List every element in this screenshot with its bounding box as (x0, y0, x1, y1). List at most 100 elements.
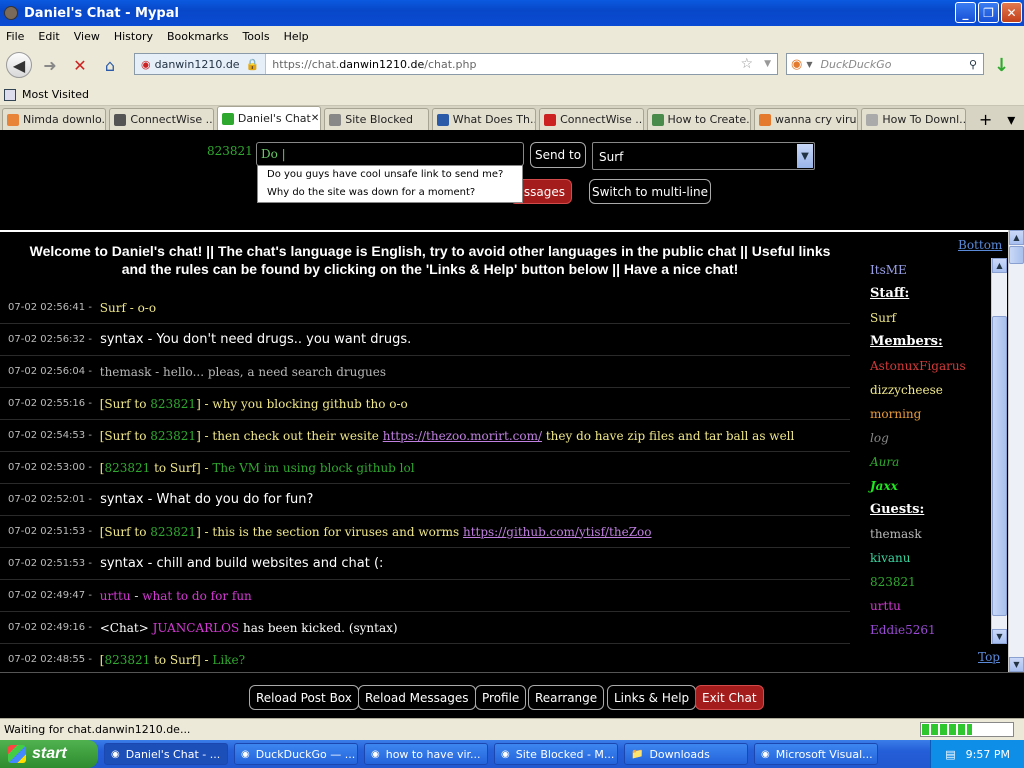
profile-button[interactable]: Profile (475, 685, 527, 710)
message-text: [ (95, 460, 105, 475)
status-bar: Waiting for chat.danwin1210.de... (0, 718, 1024, 740)
bookmark-star-icon[interactable]: ☆ (740, 56, 753, 72)
user-name[interactable]: Aura (870, 450, 990, 474)
tab-label: Site Blocked (345, 113, 413, 126)
tab-7[interactable]: How to Create... (646, 108, 751, 130)
page-scroll-up-icon[interactable]: ▲ (1009, 230, 1024, 245)
search-box[interactable]: ◉ ▼ DuckDuckGo ⚲ (786, 53, 984, 75)
scroll-up-icon[interactable]: ▲ (992, 258, 1007, 273)
page-scrollbar[interactable]: ▲ ▼ (1008, 230, 1024, 672)
menu-file[interactable]: File (6, 30, 24, 43)
maximize-button[interactable]: ❐ (978, 2, 999, 23)
top-link[interactable]: Top (978, 650, 1000, 664)
user-name[interactable]: Surf (870, 306, 990, 330)
tab-list-button[interactable]: ▾ (998, 108, 1024, 130)
tab-3[interactable]: Daniel's Chat ✕ (216, 106, 322, 130)
menu-tools[interactable]: Tools (242, 30, 269, 43)
message-input[interactable]: Do | (256, 142, 524, 166)
send-to-button[interactable]: Send to (530, 142, 586, 168)
taskbar-item[interactable]: ◉ how to have vir... (364, 743, 488, 765)
taskbar-item[interactable]: 📁 Downloads (624, 743, 748, 765)
autocomplete-item[interactable]: Why do the site was down for a moment? (258, 184, 522, 202)
home-button[interactable]: ⌂ (98, 52, 122, 78)
reload-post-box-button[interactable]: Reload Post Box (249, 685, 359, 710)
chat-message: 07-02 02:54:53 - [Surf to 823821] - then… (0, 420, 850, 452)
taskbar-item[interactable]: ◉ DuckDuckGo — ... (234, 743, 358, 765)
search-icon[interactable]: ⚲ (969, 58, 977, 71)
autocomplete-item[interactable]: Do you guys have cool unsafe link to sen… (258, 166, 522, 184)
menu-view[interactable]: View (74, 30, 100, 43)
tab-favicon-icon (758, 113, 771, 126)
user-name[interactable]: Eddie5261 (870, 618, 990, 642)
search-placeholder: DuckDuckGo (820, 57, 892, 71)
user-list: ItsME Staff: Surf Members: AstonuxFigarus diz… (870, 258, 990, 642)
forward-button[interactable]: ➜ (38, 52, 62, 78)
menu-history[interactable]: History (114, 30, 153, 43)
recipient-select[interactable]: Surf ▼ (592, 142, 815, 170)
tab-label: wanna cry viru... (774, 113, 859, 126)
tab-label: How to Create... (667, 113, 751, 126)
search-engine-dropdown-icon[interactable]: ▼ (806, 60, 812, 69)
close-window-button[interactable]: ✕ (1001, 2, 1022, 23)
rearrange-button[interactable]: Rearrange (528, 685, 605, 710)
download-arrow-icon[interactable]: ↓ (994, 55, 1009, 76)
browser-window: Daniel's Chat - Mypal _ ❐ ✕ File Edit View… (0, 0, 1024, 768)
tab-2[interactable]: ConnectWise ... (109, 108, 214, 130)
address-bar[interactable]: ◉ danwin1210.de 🔒 https://chat.danwin121… (134, 53, 778, 75)
exit-chat-button[interactable]: Exit Chat (695, 685, 764, 710)
dropdown-arrow-icon[interactable]: ▼ (764, 59, 771, 69)
switch-multiline-button[interactable]: Switch to multi-line (589, 179, 711, 204)
reload-messages-button[interactable]: Reload Messages (358, 685, 476, 710)
tab-close-icon[interactable]: ✕ (311, 113, 319, 124)
message-link[interactable]: https://thezoo.morirt.com/ (383, 429, 542, 443)
page-scrollbar-thumb[interactable] (1009, 246, 1024, 264)
taskbar-item[interactable]: ◉ Microsoft Visual... (754, 743, 878, 765)
scroll-down-icon[interactable]: ▼ (992, 629, 1007, 644)
select-arrow-icon[interactable]: ▼ (797, 144, 813, 168)
taskbar-item[interactable]: ◉ Site Blocked - M... (494, 743, 618, 765)
message-link[interactable]: https://github.com/ytisf/theZoo (463, 525, 652, 539)
tab-favicon-icon (221, 112, 234, 125)
site-identity[interactable]: ◉ danwin1210.de 🔒 (135, 54, 267, 74)
user-name[interactable]: 823821 (870, 570, 990, 594)
message-timestamp: 07-02 02:51:53 - (8, 526, 92, 537)
menu-help[interactable]: Help (284, 30, 309, 43)
bottom-link[interactable]: Bottom (958, 238, 1002, 252)
links-help-button[interactable]: Links & Help (607, 685, 697, 710)
userlist-scrollbar[interactable]: ▲ ▼ (991, 258, 1007, 644)
title-bar[interactable]: Daniel's Chat - Mypal _ ❐ ✕ (0, 0, 1024, 26)
message-text: to Surf] - (150, 460, 213, 475)
page-scroll-down-icon[interactable]: ▼ (1009, 657, 1024, 672)
menu-bookmarks[interactable]: Bookmarks (167, 30, 228, 43)
new-tab-button[interactable]: + (973, 108, 999, 130)
tab-1[interactable]: Nimda downlo... (2, 108, 107, 130)
tab-8[interactable]: wanna cry viru... (753, 108, 859, 130)
most-visited-link[interactable]: Most Visited (22, 88, 89, 101)
taskbar-item[interactable]: ◉ Daniel's Chat - ... (104, 743, 228, 765)
stop-button[interactable]: ✕ (68, 52, 92, 78)
message-text: 823821 (150, 396, 197, 411)
tab-9[interactable]: How To Downl... (861, 108, 966, 130)
user-name[interactable]: kivanu (870, 546, 990, 570)
user-name[interactable]: log (870, 426, 990, 450)
user-name[interactable]: AstonuxFigarus (870, 354, 990, 378)
tab-6[interactable]: ConnectWise ... (539, 108, 644, 130)
message-timestamp: 07-02 02:52:01 - (8, 494, 92, 505)
user-name[interactable]: ItsME (870, 258, 990, 282)
start-button[interactable]: start (0, 740, 98, 768)
minimize-button[interactable]: _ (955, 2, 976, 23)
tab-5[interactable]: What Does Th... (431, 108, 537, 130)
url-text[interactable]: https://chat.danwin1210.de/chat.php (266, 58, 476, 71)
user-name[interactable]: themask (870, 522, 990, 546)
back-button[interactable]: ◀ (6, 52, 32, 78)
network-icon[interactable]: ▤ (945, 748, 955, 761)
message-timestamp: 07-02 02:48:55 - (8, 654, 92, 665)
user-name[interactable]: urttu (870, 594, 990, 618)
user-name[interactable]: dizzycheese (870, 378, 990, 402)
user-name[interactable]: morning (870, 402, 990, 426)
user-name[interactable]: Jaxx (870, 474, 990, 498)
user-group-header: Members: (870, 334, 943, 349)
tab-4[interactable]: Site Blocked (324, 108, 429, 130)
menu-edit[interactable]: Edit (38, 30, 59, 43)
scrollbar-thumb[interactable] (992, 316, 1007, 616)
